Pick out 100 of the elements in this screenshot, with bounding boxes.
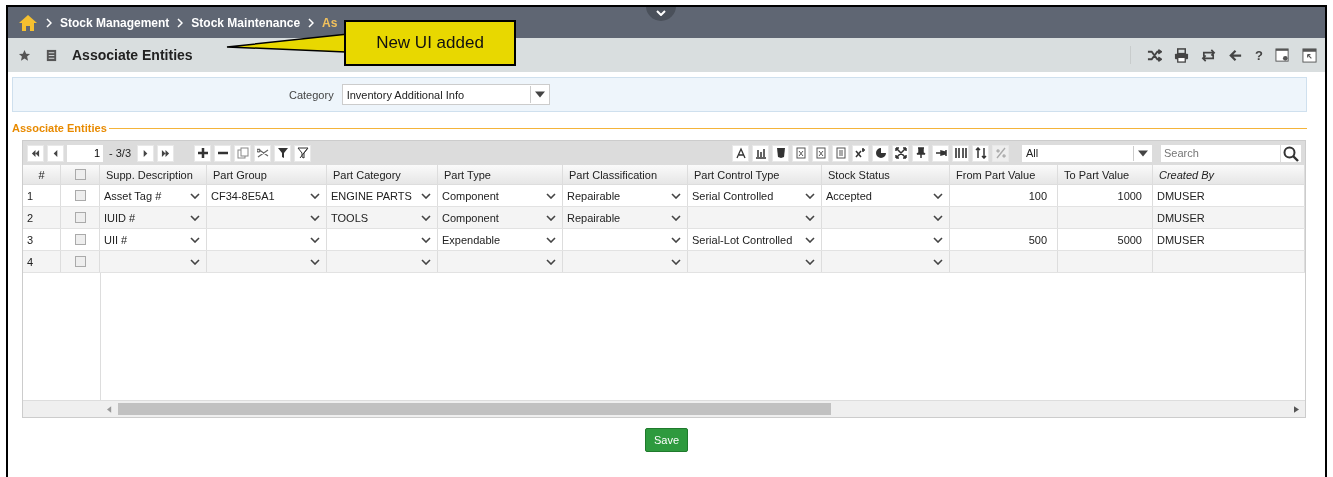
- restore-window-icon[interactable]: [1302, 47, 1317, 63]
- search-icon[interactable]: [1281, 144, 1301, 162]
- table-cell: Component: [442, 211, 499, 224]
- bar-chart-button[interactable]: [752, 144, 769, 162]
- pie-chart-button[interactable]: [872, 144, 889, 162]
- row-checkbox[interactable]: [74, 190, 86, 201]
- star-icon[interactable]: [18, 48, 31, 62]
- spreadsheet-icon: [814, 147, 827, 159]
- page-input[interactable]: 1: [67, 144, 103, 162]
- separator-icon: [46, 17, 52, 28]
- chevron-icon[interactable]: [805, 214, 815, 221]
- row-checkbox[interactable]: [74, 234, 86, 245]
- chevron-icon[interactable]: [310, 258, 320, 265]
- chevron-icon[interactable]: [933, 236, 943, 243]
- first-page-button[interactable]: [27, 144, 44, 162]
- column-header[interactable]: Part Category: [333, 168, 401, 181]
- pin-button[interactable]: [912, 144, 929, 162]
- list-icon[interactable]: [45, 48, 58, 62]
- next-page-button[interactable]: [137, 144, 154, 162]
- row-number: 2: [27, 211, 34, 224]
- chevron-icon[interactable]: [933, 258, 943, 265]
- chevron-icon[interactable]: [933, 192, 943, 199]
- chevron-icon[interactable]: [421, 236, 431, 243]
- clear-filter-icon: [296, 147, 309, 159]
- chevron-icon[interactable]: [421, 258, 431, 265]
- unpin-button[interactable]: [932, 144, 949, 162]
- row-checkbox[interactable]: [74, 256, 86, 267]
- chevron-icon[interactable]: [310, 192, 320, 199]
- column-header[interactable]: Created By: [1159, 168, 1215, 181]
- column-header[interactable]: Supp. Description: [106, 168, 193, 181]
- unpin-icon: [934, 147, 947, 159]
- chevron-icon[interactable]: [805, 192, 815, 199]
- chevron-icon[interactable]: [805, 258, 815, 265]
- column-header[interactable]: Part Control Type: [694, 168, 780, 181]
- column-header[interactable]: Part Classification: [569, 168, 658, 181]
- table-cell: 100: [1028, 189, 1047, 202]
- spreadsheet-button[interactable]: [792, 144, 809, 162]
- html-button[interactable]: [772, 144, 789, 162]
- plus-button[interactable]: [194, 144, 211, 162]
- chevron-icon[interactable]: [310, 214, 320, 221]
- expand-button[interactable]: [892, 144, 909, 162]
- row-checkbox[interactable]: [74, 212, 86, 223]
- table-cell: Accepted: [826, 189, 872, 202]
- save-button[interactable]: Save: [644, 428, 689, 452]
- column-header[interactable]: To Part Value: [1064, 168, 1130, 181]
- table-cell: Serial-Lot Controlled: [692, 233, 793, 246]
- chevron-icon[interactable]: [190, 214, 200, 221]
- previous-page-button[interactable]: [47, 144, 64, 162]
- chevron-icon[interactable]: [546, 214, 556, 221]
- sort-button[interactable]: [972, 144, 989, 162]
- clear-filter-button[interactable]: [294, 144, 311, 162]
- chevron-icon[interactable]: [190, 258, 200, 265]
- view-dropdown[interactable]: All: [1022, 144, 1152, 162]
- category-dropdown[interactable]: Inventory Additional Info: [341, 84, 550, 105]
- column-header[interactable]: Stock Status: [828, 168, 890, 181]
- home-icon[interactable]: [18, 13, 38, 32]
- chevron-icon[interactable]: [805, 236, 815, 243]
- chevron-icon[interactable]: [671, 214, 681, 221]
- chevron-icon[interactable]: [310, 236, 320, 243]
- column-header[interactable]: Part Group: [213, 168, 267, 181]
- help-button[interactable]: ?: [1255, 47, 1263, 63]
- double-right-arrow-icon: [161, 148, 170, 158]
- minus-button[interactable]: [214, 144, 231, 162]
- breadcrumb-link[interactable]: As: [322, 15, 338, 30]
- column-header[interactable]: Part Type: [444, 168, 491, 181]
- chevron-icon[interactable]: [671, 258, 681, 265]
- repeat-icon[interactable]: [1201, 47, 1217, 63]
- superscript-button[interactable]: [852, 144, 869, 162]
- chevron-icon[interactable]: [421, 214, 431, 221]
- window-settings-icon[interactable]: [1275, 47, 1290, 63]
- last-page-button[interactable]: [157, 144, 174, 162]
- chevron-icon[interactable]: [190, 192, 200, 199]
- select-all-checkbox[interactable]: [74, 169, 86, 180]
- scroll-right-icon[interactable]: [1294, 405, 1299, 413]
- table-cell: Asset Tag #: [104, 189, 162, 202]
- chevron-icon[interactable]: [190, 236, 200, 243]
- chevron-icon[interactable]: [546, 258, 556, 265]
- chevron-icon[interactable]: [671, 192, 681, 199]
- chevron-icon[interactable]: [671, 236, 681, 243]
- chevron-icon[interactable]: [546, 192, 556, 199]
- pdf-button[interactable]: [732, 144, 749, 162]
- chevron-icon[interactable]: [546, 236, 556, 243]
- column-header[interactable]: From Part Value: [956, 168, 1036, 181]
- cut-button[interactable]: [254, 144, 271, 162]
- back-arrow-icon[interactable]: [1228, 47, 1244, 63]
- column-header[interactable]: #: [38, 168, 45, 181]
- breadcrumb-link[interactable]: Stock Management: [60, 15, 170, 30]
- chevron-icon[interactable]: [933, 214, 943, 221]
- filter-button[interactable]: [274, 144, 291, 162]
- shuffle-icon[interactable]: [1147, 47, 1163, 63]
- superscript-icon: [854, 147, 867, 159]
- search-field[interactable]: Search: [1161, 144, 1280, 162]
- horizontal-scrollbar[interactable]: [23, 400, 1305, 417]
- breadcrumb-link[interactable]: Stock Maintenance: [191, 15, 301, 30]
- columns-button[interactable]: [952, 144, 969, 162]
- html-icon: [774, 147, 787, 159]
- spreadsheet-button[interactable]: [812, 144, 829, 162]
- table-cell: TOOLS: [331, 211, 369, 224]
- chevron-icon[interactable]: [421, 192, 431, 199]
- print-icon[interactable]: [1174, 47, 1190, 63]
